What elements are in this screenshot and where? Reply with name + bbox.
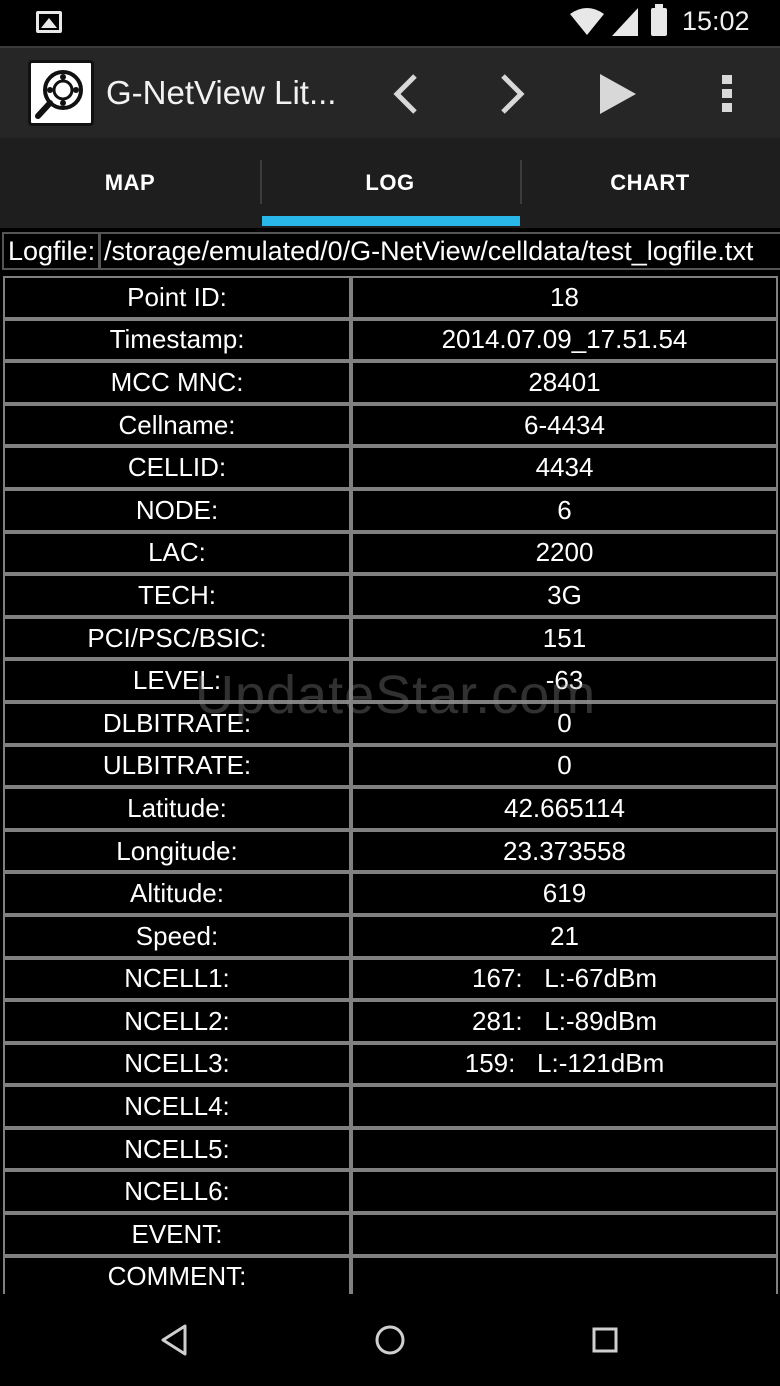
row-label: CELLID:	[5, 448, 349, 487]
wifi-icon	[570, 8, 604, 35]
table-row: LAC: 2200	[3, 532, 778, 575]
row-value	[353, 1129, 776, 1169]
table-row: Latitude: 42.665114	[3, 787, 778, 830]
table-row: Longitude: 23.373558	[3, 830, 778, 873]
row-label: COMMENT:	[5, 1257, 349, 1294]
table-row: Point ID: 18	[3, 276, 778, 319]
navigation-bar	[0, 1294, 780, 1386]
row-value: 21	[353, 916, 776, 956]
table-row: ULBITRATE: 0	[3, 745, 778, 788]
row-label: Latitude:	[5, 789, 349, 828]
row-label: ULBITRATE:	[5, 746, 349, 786]
row-label: NCELL2:	[5, 1002, 349, 1041]
table-row: NCELL5:	[3, 1128, 778, 1171]
row-value: 151	[353, 618, 776, 658]
table-row: Cellname: 6-4434	[3, 404, 778, 447]
row-label: DLBITRATE:	[5, 703, 349, 743]
row-value: 6	[353, 490, 776, 530]
logfile-row: Logfile: /storage/emulated/0/G-NetView/c…	[0, 228, 780, 274]
row-label: NCELL5:	[5, 1129, 349, 1169]
tab-bar: MAP LOG CHART	[0, 138, 780, 228]
row-value	[353, 1257, 776, 1294]
table-row: NODE: 6	[3, 489, 778, 532]
row-label: Longitude:	[5, 831, 349, 871]
table-row: LEVEL: -63	[3, 659, 778, 702]
row-value: 42.665114	[353, 789, 776, 828]
row-label: MCC MNC:	[5, 363, 349, 402]
app-logo-icon	[28, 60, 94, 126]
row-value: 159: L:-121dBm	[353, 1044, 776, 1084]
selected-tab-indicator	[262, 216, 520, 226]
row-label: PCI/PSC/BSIC:	[5, 618, 349, 658]
row-label: NCELL6:	[5, 1172, 349, 1212]
row-label: NCELL1:	[5, 959, 349, 999]
table-row: NCELL6:	[3, 1170, 778, 1213]
row-label: NCELL4:	[5, 1087, 349, 1126]
table-row: Timestamp: 2014.07.09_17.51.54	[3, 319, 778, 362]
table-row: COMMENT:	[3, 1256, 778, 1294]
row-label: LEVEL:	[5, 661, 349, 700]
row-label: NODE:	[5, 490, 349, 530]
tab-chart[interactable]: CHART	[520, 138, 780, 228]
row-value: 619	[353, 874, 776, 913]
recents-icon[interactable]	[587, 1322, 623, 1358]
row-value: -63	[353, 661, 776, 700]
row-value: 167: L:-67dBm	[353, 959, 776, 999]
chevron-right-icon[interactable]	[486, 68, 538, 120]
table-row: Speed: 21	[3, 915, 778, 958]
row-value: 23.373558	[353, 831, 776, 871]
tab-log[interactable]: LOG	[260, 138, 520, 228]
logfile-label: Logfile:	[2, 232, 102, 270]
status-time: 15:02	[682, 6, 750, 36]
status-bar: 15:02	[0, 0, 780, 46]
row-value: 4434	[353, 448, 776, 487]
back-icon[interactable]	[156, 1322, 192, 1358]
row-label: Cellname:	[5, 405, 349, 445]
row-value	[353, 1087, 776, 1126]
row-label: LAC:	[5, 533, 349, 573]
signal-icon	[612, 8, 638, 36]
table-row: CELLID: 4434	[3, 446, 778, 489]
table-row: NCELL4:	[3, 1085, 778, 1128]
play-icon[interactable]	[592, 68, 644, 120]
row-value: 2014.07.09_17.51.54	[353, 320, 776, 360]
action-bar: G-NetView Lit...	[0, 46, 780, 138]
chevron-left-icon[interactable]	[380, 68, 432, 120]
row-value: 2200	[353, 533, 776, 573]
row-label: TECH:	[5, 576, 349, 615]
log-table: Point ID: 18 Timestamp: 2014.07.09_17.51.54…	[3, 276, 778, 1294]
table-row: DLBITRATE: 0	[3, 702, 778, 745]
overflow-menu-icon[interactable]	[701, 68, 753, 120]
row-label: Point ID:	[5, 278, 349, 317]
row-value: 18	[353, 278, 776, 317]
row-value: 28401	[353, 363, 776, 402]
table-row: Altitude: 619	[3, 872, 778, 915]
table-row: NCELL1: 167: L:-67dBm	[3, 958, 778, 1001]
table-row: MCC MNC: 28401	[3, 361, 778, 404]
row-value: 0	[353, 703, 776, 743]
table-row: EVENT:	[3, 1213, 778, 1256]
table-row: TECH: 3G	[3, 574, 778, 617]
row-label: EVENT:	[5, 1215, 349, 1254]
row-value: 0	[353, 746, 776, 786]
row-label: Altitude:	[5, 874, 349, 913]
row-label: Timestamp:	[5, 320, 349, 360]
table-row: PCI/PSC/BSIC: 151	[3, 617, 778, 660]
row-value: 281: L:-89dBm	[353, 1002, 776, 1041]
row-value: 3G	[353, 576, 776, 615]
row-value: 6-4434	[353, 405, 776, 445]
tab-map[interactable]: MAP	[0, 138, 260, 228]
battery-icon	[651, 4, 667, 36]
row-value	[353, 1215, 776, 1254]
app-title: G-NetView Lit...	[106, 74, 337, 111]
row-value	[353, 1172, 776, 1212]
logfile-path: /storage/emulated/0/G-NetView/celldata/t…	[98, 232, 780, 270]
home-icon[interactable]	[372, 1322, 408, 1358]
table-row: NCELL3: 159: L:-121dBm	[3, 1043, 778, 1086]
image-icon	[36, 11, 62, 33]
row-label: Speed:	[5, 916, 349, 956]
row-label: NCELL3:	[5, 1044, 349, 1084]
table-row: NCELL2: 281: L:-89dBm	[3, 1000, 778, 1043]
